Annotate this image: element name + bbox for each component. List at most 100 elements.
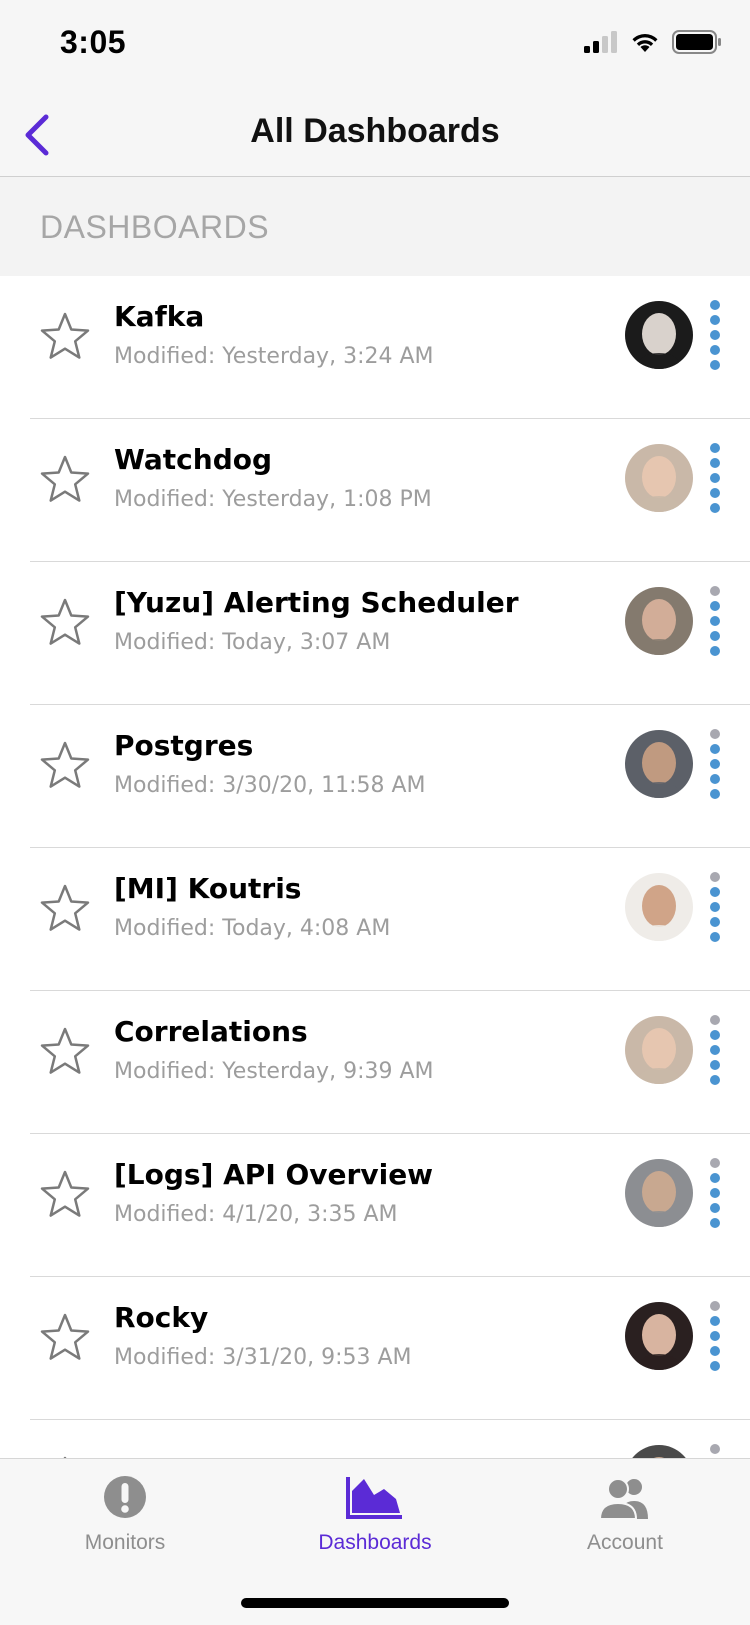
dashboard-row[interactable]: Kafka Modified: Yesterday, 3:24 AM	[0, 276, 750, 419]
avatar	[625, 873, 693, 941]
kebab-dot-icon	[710, 1218, 720, 1228]
dashboard-modified: Modified: Yesterday, 9:39 AM	[114, 1059, 434, 1084]
exclamation-icon	[104, 1476, 146, 1518]
star-icon[interactable]	[38, 1025, 92, 1079]
star-icon[interactable]	[38, 596, 92, 650]
dashboard-row[interactable]: [Yuzu] Alerting Scheduler Modified: Today…	[0, 562, 750, 705]
kebab-dot-icon	[710, 1173, 720, 1183]
star-icon[interactable]	[38, 739, 92, 793]
page-title: All Dashboards	[250, 112, 500, 150]
status-bar: 3:05	[0, 0, 750, 94]
more-options-button[interactable]	[700, 586, 730, 656]
kebab-dot-icon	[710, 759, 720, 769]
kebab-dot-icon	[710, 902, 720, 912]
battery-icon	[672, 30, 721, 54]
kebab-dot-icon	[710, 458, 720, 468]
kebab-dot-icon	[710, 315, 720, 325]
avatar	[625, 1302, 693, 1370]
dashboard-row[interactable]: Postgres Modified: 3/30/20, 11:58 AM	[0, 705, 750, 848]
kebab-dot-icon	[710, 473, 720, 483]
dashboard-title: [MI] Koutris	[114, 872, 302, 905]
tab-dashboards[interactable]: Dashboards	[250, 1459, 500, 1569]
tab-monitors[interactable]: Monitors	[0, 1459, 250, 1569]
kebab-dot-icon	[710, 631, 720, 641]
kebab-dot-icon	[710, 1075, 720, 1085]
dashboard-modified: Modified: Yesterday, 1:08 PM	[114, 487, 432, 512]
more-options-button[interactable]	[700, 872, 730, 942]
tab-dashboards-label: Dashboards	[318, 1531, 432, 1554]
more-options-button[interactable]	[700, 300, 730, 370]
dashboard-modified: Modified: 4/1/20, 3:35 AM	[114, 1202, 398, 1227]
avatar	[625, 587, 693, 655]
kebab-dot-icon	[710, 1203, 720, 1213]
star-icon[interactable]	[38, 1311, 92, 1365]
dashboard-row[interactable]: Correlations Modified: Yesterday, 9:39 AM	[0, 991, 750, 1134]
users-icon	[598, 1478, 648, 1519]
kebab-dot-icon	[710, 789, 720, 799]
kebab-dot-icon	[710, 1060, 720, 1070]
kebab-dot-icon	[710, 1045, 720, 1055]
star-icon[interactable]	[38, 453, 92, 507]
kebab-dot-icon	[710, 774, 720, 784]
dashboard-modified: Modified: 3/31/20, 9:53 AM	[114, 1345, 412, 1370]
star-icon[interactable]	[38, 882, 92, 936]
status-icons	[584, 30, 722, 54]
kebab-dot-icon	[710, 601, 720, 611]
dashboard-row[interactable]: Rocky Modified: 3/31/20, 9:53 AM	[0, 1277, 750, 1420]
home-indicator[interactable]	[241, 1598, 509, 1608]
navigation-bar: All Dashboards	[0, 94, 750, 177]
tab-account-label: Account	[587, 1531, 663, 1554]
avatar	[625, 1159, 693, 1227]
avatar	[625, 301, 693, 369]
dashboard-list[interactable]: Kafka Modified: Yesterday, 3:24 AM Watchdo…	[0, 276, 750, 1458]
star-icon[interactable]	[38, 1168, 92, 1222]
dashboard-title: Rocky	[114, 1301, 209, 1334]
dashboard-row[interactable]: [MI] Koutris Modified: Today, 4:08 AM	[0, 848, 750, 991]
more-options-button[interactable]	[700, 1015, 730, 1085]
section-header: DASHBOARDS	[0, 177, 750, 276]
cellular-signal-icon	[584, 31, 617, 53]
more-options-button[interactable]	[700, 443, 730, 513]
star-icon[interactable]	[38, 310, 92, 364]
kebab-dot-icon	[710, 729, 720, 739]
more-options-button[interactable]	[700, 1301, 730, 1371]
kebab-dot-icon	[710, 744, 720, 754]
kebab-dot-icon	[710, 646, 720, 656]
kebab-dot-icon	[710, 917, 720, 927]
dashboard-modified: Modified: 3/30/20, 11:58 AM	[114, 773, 426, 798]
more-options-button[interactable]	[700, 729, 730, 799]
kebab-dot-icon	[710, 616, 720, 626]
kebab-dot-icon	[710, 1301, 720, 1311]
kebab-dot-icon	[710, 586, 720, 596]
dashboard-title: [Logs] API Overview	[114, 1158, 434, 1191]
dashboard-modified: Modified: Today, 4:08 AM	[114, 916, 391, 941]
kebab-dot-icon	[710, 300, 720, 310]
avatar	[625, 444, 693, 512]
tab-monitors-label: Monitors	[84, 1531, 166, 1554]
kebab-dot-icon	[710, 1158, 720, 1168]
dashboard-modified: Modified: Today, 3:07 AM	[114, 630, 391, 655]
dashboard-row[interactable]	[0, 1420, 750, 1458]
more-options-button[interactable]	[700, 1444, 730, 1458]
kebab-dot-icon	[710, 887, 720, 897]
kebab-dot-icon	[710, 1030, 720, 1040]
more-options-button[interactable]	[700, 1158, 730, 1228]
kebab-dot-icon	[710, 360, 720, 370]
kebab-dot-icon	[710, 503, 720, 513]
kebab-dot-icon	[710, 488, 720, 498]
kebab-dot-icon	[710, 345, 720, 355]
wifi-icon	[632, 34, 658, 52]
dashboard-row[interactable]: Watchdog Modified: Yesterday, 1:08 PM	[0, 419, 750, 562]
kebab-dot-icon	[710, 1015, 720, 1025]
avatar	[625, 730, 693, 798]
area-chart-icon	[346, 1477, 402, 1519]
avatar	[625, 1445, 693, 1458]
avatar	[625, 1016, 693, 1084]
kebab-dot-icon	[710, 872, 720, 882]
tab-account[interactable]: Account	[500, 1459, 750, 1569]
dashboard-modified: Modified: Yesterday, 3:24 AM	[114, 344, 434, 369]
dashboard-row[interactable]: [Logs] API Overview Modified: 4/1/20, 3:3…	[0, 1134, 750, 1277]
status-time: 3:05	[60, 24, 127, 60]
dashboard-title: [Yuzu] Alerting Scheduler	[114, 586, 519, 619]
kebab-dot-icon	[710, 1316, 720, 1326]
